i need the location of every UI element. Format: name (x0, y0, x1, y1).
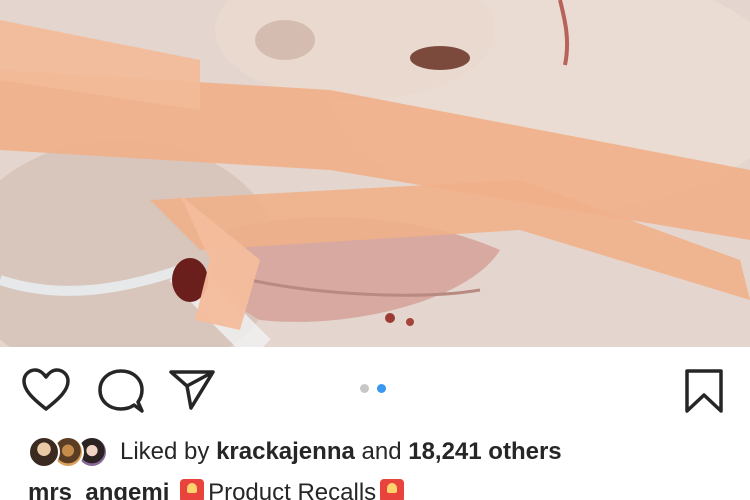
post-caption: mrs_angemi Product Recalls (28, 478, 408, 500)
likes-row: Liked by krackajenna and 18,241 others (28, 434, 562, 470)
caption-text: Product Recalls (208, 479, 377, 500)
likes-summary: Liked by krackajenna and 18,241 others (120, 434, 562, 470)
comment-bubble-icon[interactable] (98, 368, 144, 414)
paper-plane-icon[interactable] (169, 368, 215, 410)
post-image[interactable] (0, 0, 750, 347)
siren-emoji-icon (380, 479, 405, 500)
post-image-illustration (0, 0, 750, 347)
likes-prefix: Liked by (120, 438, 210, 465)
carousel-pager (360, 384, 386, 393)
pager-dot[interactable] (360, 384, 369, 393)
avatar (28, 436, 60, 468)
pager-dot-active[interactable] (377, 384, 386, 393)
likes-middle: and (361, 438, 402, 465)
liker-username-link[interactable]: krackajenna (216, 438, 355, 465)
likes-count-link[interactable]: 18,241 others (408, 438, 561, 465)
caption-username-link[interactable]: mrs_angemi (28, 479, 169, 500)
liker-avatars[interactable] (28, 435, 108, 469)
bookmark-outline-icon[interactable] (684, 368, 724, 414)
heart-outline-icon[interactable] (22, 368, 70, 412)
siren-emoji-icon (180, 479, 205, 500)
